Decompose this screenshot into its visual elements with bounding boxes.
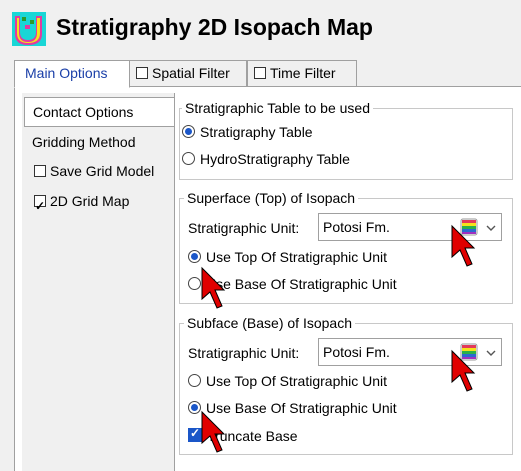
tab-main-options-label: Main Options — [25, 65, 108, 81]
tab-time-filter[interactable]: Time Filter — [247, 60, 357, 86]
tab-spatial-filter-label: Spatial Filter — [152, 65, 230, 81]
base-use-top-radio[interactable]: Use Top Of Stratigraphic Unit — [188, 373, 387, 389]
tab-spatial-filter[interactable]: Spatial Filter — [129, 60, 247, 86]
radio-button[interactable] — [188, 250, 201, 263]
top-unit-value: Potosi Fm. — [323, 219, 390, 235]
nav-contact-options-label: Contact Options — [33, 104, 134, 120]
nav-save-grid-model[interactable]: Save Grid Model — [24, 157, 154, 185]
radio-button[interactable] — [182, 152, 195, 165]
tab-time-filter-label: Time Filter — [270, 65, 336, 81]
radio-button[interactable] — [182, 125, 195, 138]
nav-gridding-method-label: Gridding Method — [32, 134, 136, 150]
stratigraphy-table-radio[interactable]: Stratigraphy Table — [182, 124, 313, 140]
base-unit-value: Potosi Fm. — [323, 344, 390, 360]
spatial-filter-checkbox[interactable] — [136, 67, 148, 79]
chevron-down-icon — [486, 225, 496, 231]
stratigraphy-table-label: Stratigraphy Table — [200, 124, 313, 140]
radio-button[interactable] — [188, 374, 201, 387]
tab-main-options[interactable]: Main Options — [14, 60, 130, 88]
2d-grid-map-checkbox[interactable] — [34, 192, 46, 220]
base-surface-group-title: Subface (Base) of Isopach — [184, 315, 355, 331]
base-use-top-label: Use Top Of Stratigraphic Unit — [206, 373, 388, 389]
nav-2d-grid-map[interactable]: 2D Grid Map — [24, 187, 130, 220]
top-use-top-radio[interactable]: Use Top Of Stratigraphic Unit — [188, 249, 387, 265]
nav-gridding-method[interactable]: Gridding Method — [24, 128, 136, 156]
top-use-base-label: Use Base Of Stratigraphic Unit — [206, 276, 397, 292]
hydrostratigraphy-table-radio[interactable]: HydroStratigraphy Table — [182, 151, 350, 167]
hydrostratigraphy-table-label: HydroStratigraphy Table — [200, 151, 350, 167]
time-filter-checkbox[interactable] — [254, 67, 266, 79]
top-surface-group-title: Superface (Top) of Isopach — [184, 190, 359, 206]
nav-2d-grid-map-label: 2D Grid Map — [50, 193, 130, 209]
nav-contact-options[interactable]: Contact Options — [24, 97, 174, 127]
chevron-down-icon — [486, 350, 496, 356]
nav-save-grid-model-label: Save Grid Model — [50, 163, 155, 179]
save-grid-model-checkbox[interactable] — [34, 165, 46, 177]
stratigraphy-logo-icon — [12, 12, 46, 46]
window-title: Stratigraphy 2D Isopach Map — [56, 14, 373, 40]
strat-table-group — [179, 108, 513, 180]
divider — [174, 93, 175, 471]
pointer-arrow-icon — [201, 410, 226, 453]
base-unit-label: Stratigraphic Unit: — [188, 345, 300, 361]
strat-table-group-title: Stratigraphic Table to be used — [182, 100, 373, 116]
pointer-arrow-icon — [451, 224, 476, 267]
top-use-top-label: Use Top Of Stratigraphic Unit — [206, 249, 388, 265]
top-unit-label: Stratigraphic Unit: — [188, 220, 300, 236]
pointer-arrow-icon — [201, 266, 226, 309]
pointer-arrow-icon — [451, 349, 476, 392]
base-use-base-label: Use Base Of Stratigraphic Unit — [206, 400, 397, 416]
